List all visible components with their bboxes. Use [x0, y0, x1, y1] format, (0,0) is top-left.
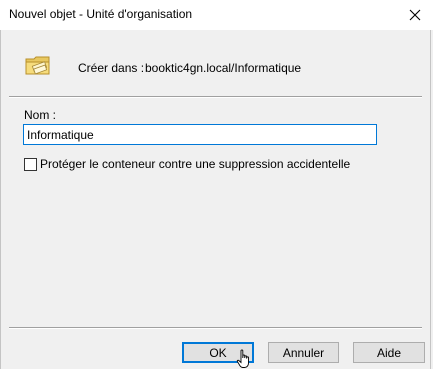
- title-bar: Nouvel objet - Unité d'organisation: [0, 0, 433, 30]
- create-in-path: booktic4gn.local/Informatique: [145, 61, 302, 75]
- dialog-body: [0, 30, 431, 369]
- name-input[interactable]: [23, 124, 377, 145]
- protect-container-checkbox-row[interactable]: Protéger le conteneur contre une suppres…: [24, 157, 350, 171]
- name-label: Nom :: [24, 108, 57, 122]
- help-button[interactable]: Aide: [353, 342, 425, 363]
- protect-container-label: Protéger le conteneur contre une suppres…: [40, 157, 351, 171]
- close-button[interactable]: [397, 0, 433, 30]
- new-object-dialog: Nouvel objet - Unité d'organisation Crée…: [0, 0, 433, 369]
- protect-container-checkbox[interactable]: [24, 157, 37, 171]
- create-in-label: Créer dans :: [78, 61, 145, 75]
- cancel-button[interactable]: Annuler: [268, 342, 339, 363]
- organizational-unit-icon: [25, 56, 50, 75]
- close-icon: [409, 9, 421, 21]
- window-title: Nouvel objet - Unité d'organisation: [9, 7, 193, 21]
- separator-top: [9, 96, 422, 98]
- separator-bottom: [9, 327, 422, 329]
- ok-button[interactable]: OK: [182, 342, 254, 363]
